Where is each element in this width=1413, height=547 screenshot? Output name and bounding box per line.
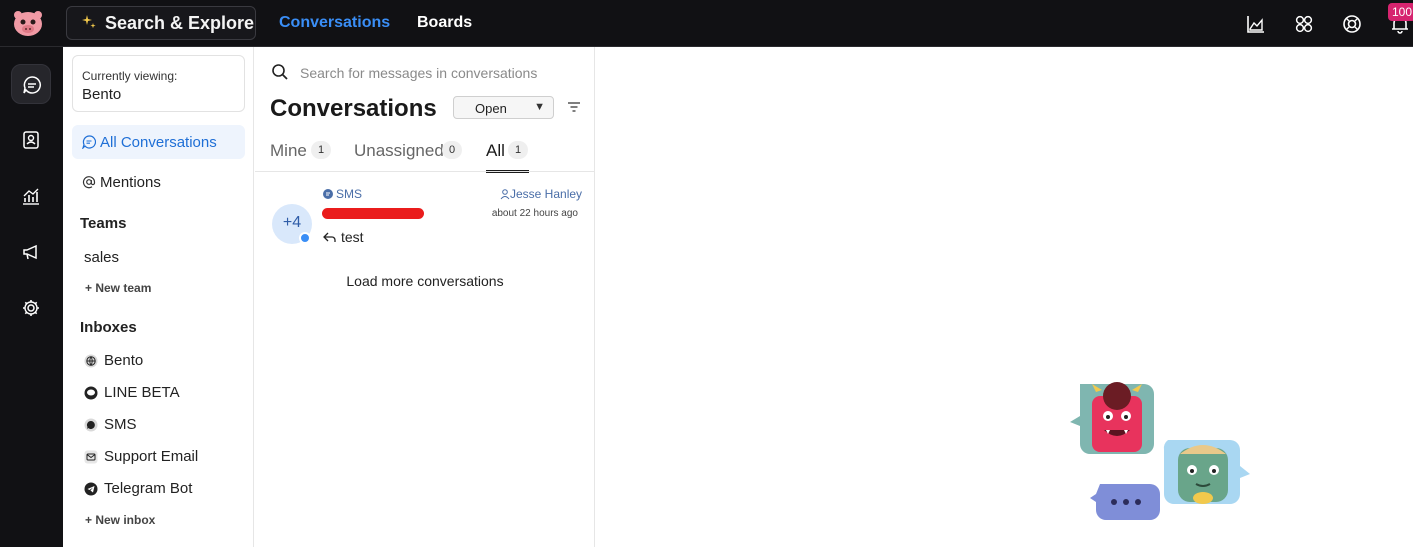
search-explore-button[interactable]: Search & Explore xyxy=(66,6,256,40)
new-inbox-link[interactable]: + New inbox xyxy=(85,513,155,527)
inbox-label: SMS xyxy=(104,416,137,433)
new-inbox-label: New inbox xyxy=(95,513,156,527)
new-team-label: New team xyxy=(95,281,152,295)
inbox-label: Telegram Bot xyxy=(104,480,193,497)
reports-icon[interactable] xyxy=(1245,13,1267,35)
channel-badge-icon xyxy=(299,232,311,244)
redacted-contact-name xyxy=(322,208,424,219)
conversation-card[interactable]: +4 SMS test Jesse Hanley about 22 hours … xyxy=(255,173,595,253)
nav-conversations[interactable]: Conversations xyxy=(279,14,390,32)
inbox-label: LINE BETA xyxy=(104,384,180,401)
tab-count: 1 xyxy=(508,141,528,159)
currently-viewing-value: Bento xyxy=(82,86,122,103)
conversation-timestamp: about 22 hours ago xyxy=(491,208,578,219)
search-input[interactable]: Search for messages in conversations xyxy=(300,65,537,81)
line-icon xyxy=(84,386,98,400)
conversation-list-pane: Search for messages in conversations Con… xyxy=(255,47,595,547)
rail-campaigns[interactable] xyxy=(11,232,51,272)
sidebar-item-mentions[interactable]: Mentions xyxy=(72,165,245,199)
conversation-detail-empty xyxy=(596,47,1413,547)
secondary-sidebar: Currently viewing: Bento All Conversatio… xyxy=(63,47,254,547)
conversations-icon xyxy=(23,76,41,94)
chevron-down-icon: ▼ xyxy=(534,101,545,113)
sidebar-item-all-conversations[interactable]: All Conversations xyxy=(72,125,245,159)
inbox-label: Bento xyxy=(104,352,144,369)
avatar-text: +4 xyxy=(282,214,302,231)
rail-reports[interactable] xyxy=(11,176,51,216)
tab-all[interactable]: All 1 xyxy=(486,139,536,173)
teams-heading: Teams xyxy=(80,215,127,232)
inbox-label: Support Email xyxy=(104,448,199,465)
tab-unassigned[interactable]: Unassigned 0 xyxy=(354,139,474,173)
at-icon xyxy=(82,176,96,189)
team-item-sales[interactable]: sales xyxy=(84,249,119,266)
tab-mine[interactable]: Mine 1 xyxy=(270,139,340,173)
last-message-text: test xyxy=(341,229,364,245)
telegram-icon xyxy=(84,482,98,496)
filter-icon[interactable] xyxy=(567,101,581,113)
inboxes-heading: Inboxes xyxy=(80,319,137,336)
empty-state-illustration xyxy=(1070,382,1250,520)
campaigns-icon xyxy=(23,244,37,260)
contacts-icon xyxy=(23,131,39,149)
page-title: Conversations xyxy=(270,95,437,122)
assignee: Jesse Hanley xyxy=(500,187,582,203)
sparkle-icon xyxy=(82,15,96,29)
sidebar-item-label: Mentions xyxy=(100,174,161,191)
search-icon xyxy=(272,64,288,80)
tabs-divider xyxy=(255,171,595,172)
channel-label: SMS xyxy=(336,187,363,201)
assignee-name: Jesse Hanley xyxy=(510,187,583,201)
reports-icon xyxy=(23,188,39,205)
settings-icon xyxy=(23,300,39,316)
top-bar: Search & Explore Conversations Boards 10… xyxy=(0,0,1413,47)
sms-icon xyxy=(323,189,333,199)
chat-icon xyxy=(82,135,96,149)
tab-count: 0 xyxy=(442,141,462,159)
rail-conversations[interactable] xyxy=(11,64,51,104)
new-team-link[interactable]: + New team xyxy=(85,281,151,295)
status-select-value: Open xyxy=(475,101,507,116)
help-icon[interactable] xyxy=(1341,13,1363,35)
notification-badge: 100 xyxy=(1388,3,1413,21)
email-icon xyxy=(84,450,98,464)
globe-icon xyxy=(84,354,98,368)
rail-contacts[interactable] xyxy=(11,120,51,160)
contact-avatar: +4 xyxy=(272,204,312,244)
load-more-button[interactable]: Load more conversations xyxy=(255,273,595,289)
nav-boards[interactable]: Boards xyxy=(417,14,472,32)
primary-nav-rail xyxy=(0,47,63,547)
app-logo[interactable] xyxy=(12,8,44,38)
apps-icon[interactable] xyxy=(1293,13,1315,35)
tab-label: Unassigned xyxy=(354,141,444,160)
tab-label: All xyxy=(486,141,505,160)
currently-viewing-label: Currently viewing: xyxy=(82,69,178,83)
user-icon xyxy=(500,189,510,200)
rail-settings[interactable] xyxy=(11,288,51,328)
tab-label: Mine xyxy=(270,141,307,160)
account-switcher[interactable]: Currently viewing: Bento xyxy=(72,55,245,112)
tab-count: 1 xyxy=(311,141,331,159)
sms-icon xyxy=(84,418,98,432)
sidebar-item-label: All Conversations xyxy=(100,134,217,151)
status-select[interactable]: Open ▼ xyxy=(453,96,554,119)
reply-icon xyxy=(323,232,336,242)
search-explore-label: Search & Explore xyxy=(105,13,255,33)
